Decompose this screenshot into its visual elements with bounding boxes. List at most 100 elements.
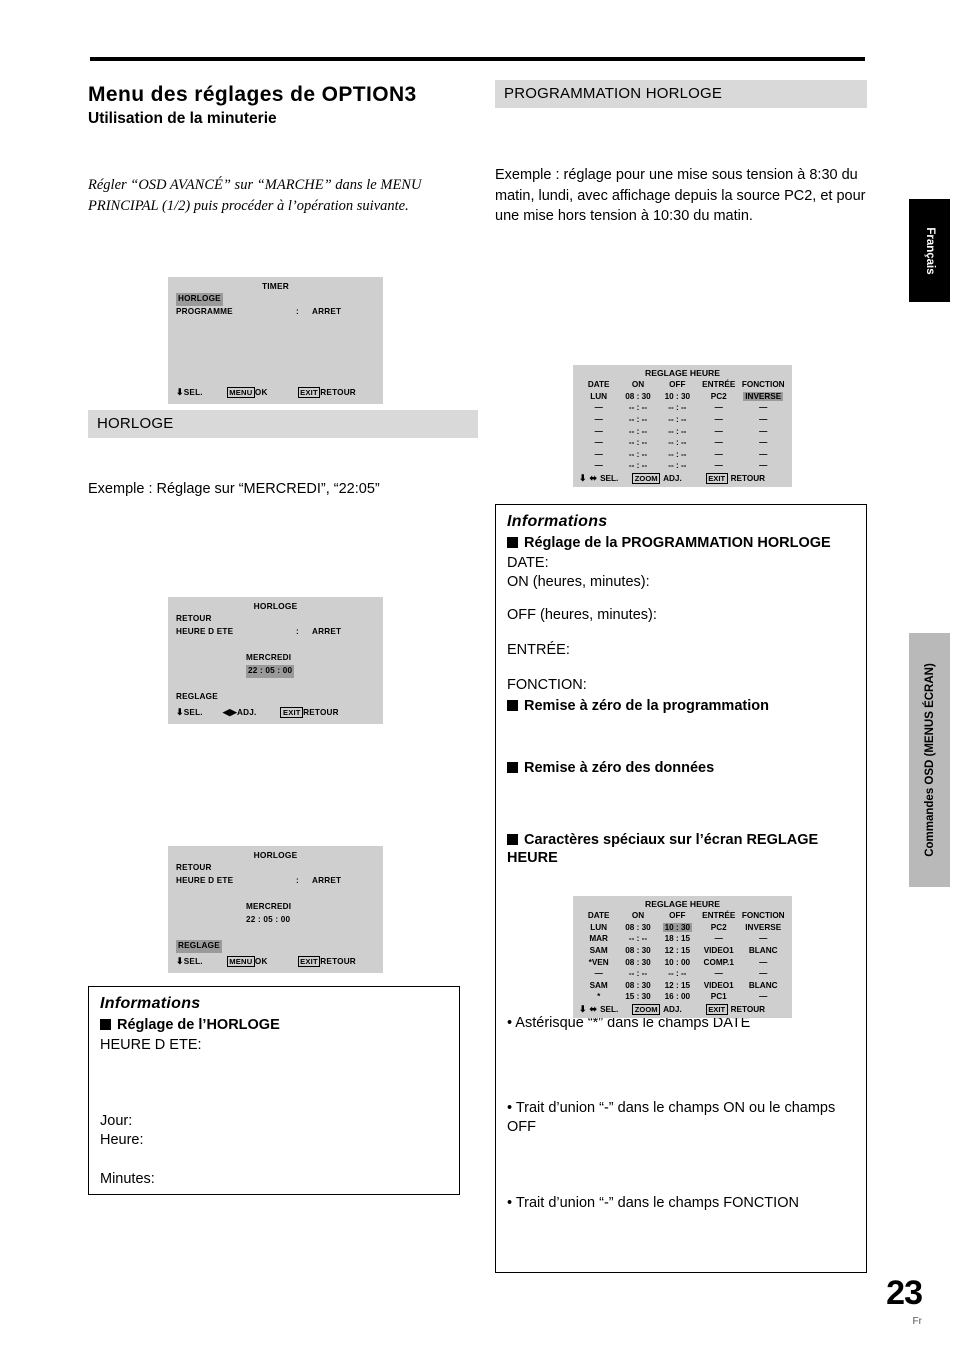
- rh1-title: REGLAGE HEURE: [645, 368, 720, 378]
- osd-h2-time: 22 : 05 : 00: [168, 914, 383, 927]
- osd-h1-row-heure-dete[interactable]: HEURE D ETE : ARRET: [168, 626, 383, 639]
- table-row[interactable]: — -- : -- -- : -- — —: [579, 968, 786, 980]
- osd-h2-foot-sel: SEL.: [183, 957, 203, 966]
- filled-square-icon: [507, 762, 518, 774]
- side-tab-section: Commandes OSD (MENUS ÉCRAN): [909, 633, 950, 887]
- table-row[interactable]: — -- : -- -- : -- — —: [579, 402, 786, 414]
- left-right-arrow-icon: ◀▶: [222, 707, 237, 717]
- osd-h1-footer: ⬇ SEL. ◀▶ ADJ. EXIT RETOUR: [168, 707, 383, 718]
- table-cell-date: —: [594, 414, 603, 424]
- osd-timer-horloge-label: HORLOGE: [176, 293, 223, 306]
- info-right-off: OFF (heures, minutes):: [507, 606, 657, 623]
- exit-key-icon[interactable]: EXIT: [297, 956, 321, 967]
- informations-heading-right: Informations: [507, 513, 608, 530]
- table-cell-fonction: —: [759, 438, 768, 448]
- column-header: FONCTION: [741, 380, 785, 389]
- table-cell-fonction: —: [759, 992, 768, 1002]
- rh2-title: REGLAGE HEURE: [645, 899, 720, 909]
- table-row[interactable]: — -- : -- -- : -- — —: [579, 437, 786, 449]
- osd-timer-row-horloge[interactable]: HORLOGE: [168, 293, 383, 306]
- osd-h1-reglage[interactable]: REGLAGE: [168, 691, 383, 704]
- osd-panel-horloge-2: HORLOGE RETOUR HEURE D ETE : ARRET MERCR…: [168, 846, 383, 973]
- info-right-on: ON (heures, minutes):: [507, 573, 650, 590]
- osd-timer-row-programme[interactable]: PROGRAMME : ARRET: [168, 306, 383, 319]
- menu-key-icon[interactable]: MENU: [226, 387, 255, 398]
- table-cell-entree: —: [714, 414, 723, 424]
- exit-key-icon[interactable]: EXIT: [280, 707, 304, 718]
- column-header: ON: [631, 911, 645, 920]
- table-row[interactable]: LUN 08 : 30 10 : 30 PC2 INVERSE: [579, 922, 786, 934]
- table-cell-fonction: INVERSE: [745, 922, 782, 932]
- table-row[interactable]: — -- : -- -- : -- — —: [579, 426, 786, 438]
- table-row[interactable]: MAR -- : -- 18 : 15 — —: [579, 933, 786, 945]
- table-cell-date: *: [597, 992, 601, 1002]
- osd-timer-programme-label: PROGRAMME: [176, 306, 233, 316]
- column-header: DATE: [587, 380, 610, 389]
- table-cell-on: -- : --: [628, 403, 648, 413]
- zoom-key-icon[interactable]: ZOOM: [632, 473, 661, 485]
- table-cell-fonction: —: [759, 969, 768, 979]
- osd-h1-time[interactable]: 22 : 05 : 00: [168, 665, 383, 678]
- column-header: FONCTION: [741, 911, 785, 920]
- rh1-foot-sel: SEL.: [600, 474, 619, 484]
- table-row[interactable]: *VEN 08 : 30 10 : 00 COMP.1 —: [579, 957, 786, 969]
- table-cell-on: -- : --: [628, 449, 648, 459]
- exit-key-icon[interactable]: EXIT: [705, 473, 728, 485]
- osd-timer-foot-ok: OK: [254, 388, 268, 397]
- osd-h2-row-heure-dete[interactable]: HEURE D ETE : ARRET: [168, 875, 383, 888]
- table-cell-date: MAR: [589, 934, 608, 944]
- table-cell-off: 12 : 15: [664, 945, 691, 955]
- osd-timer-foot-retour: RETOUR: [320, 388, 356, 397]
- table-row[interactable]: * 15 : 30 16 : 00 PC1 —: [579, 991, 786, 1003]
- table-cell-entree: —: [714, 426, 723, 436]
- exit-key-icon[interactable]: EXIT: [705, 1004, 728, 1016]
- table-cell-fonction: INVERSE: [740, 391, 786, 403]
- table-cell-on: -- : --: [628, 414, 648, 424]
- osd-h2-reglage[interactable]: REGLAGE: [168, 940, 383, 953]
- table-row[interactable]: SAM 08 : 30 12 : 15 VIDEO1 BLANC: [579, 945, 786, 957]
- highlighted-cell: 10 : 30: [662, 922, 693, 932]
- up-down-arrow-icon: ⬇: [176, 707, 184, 717]
- menu-key-icon[interactable]: MENU: [226, 956, 255, 967]
- table-row[interactable]: LUN 08 : 30 10 : 30 PC2 INVERSE: [579, 391, 786, 403]
- left-right-arrow-icon: ⬌: [589, 1004, 598, 1015]
- filled-square-icon: [507, 833, 518, 845]
- table-cell-fonction: —: [759, 934, 768, 944]
- side-tab-language-label: Français: [923, 226, 936, 275]
- table-cell-date: —: [594, 449, 603, 459]
- column-header: ENTRÉE: [702, 380, 736, 389]
- table-row[interactable]: — -- : -- -- : -- — —: [579, 460, 786, 472]
- zoom-key-icon[interactable]: ZOOM: [632, 1004, 661, 1016]
- table-row[interactable]: — -- : -- -- : -- — —: [579, 414, 786, 426]
- osd-h2-day: MERCREDI: [168, 901, 383, 914]
- osd-h1-row-retour[interactable]: RETOUR: [168, 613, 383, 626]
- osd-h1-retour-label: RETOUR: [176, 614, 212, 623]
- table-cell-on: -- : --: [628, 969, 648, 979]
- osd-h2-row-retour[interactable]: RETOUR: [168, 862, 383, 875]
- osd-h2-reglage-label: REGLAGE: [176, 940, 222, 953]
- informations-item-remise-prog-label: Remise à zéro de la programmation: [524, 698, 769, 715]
- osd-timer-programme-value: ARRET: [312, 306, 342, 316]
- osd-h2-heuredete-label: HEURE D ETE: [176, 875, 234, 885]
- table-cell-fonction: —: [759, 403, 768, 413]
- table-cell-off: -- : --: [668, 438, 687, 448]
- table-row[interactable]: — -- : -- -- : -- — —: [579, 449, 786, 461]
- informations-heading: Informations: [100, 995, 201, 1012]
- table-row[interactable]: SAM 08 : 30 12 : 15 VIDEO1 BLANC: [579, 980, 786, 992]
- rh2-foot-adj: ADJ.: [663, 1005, 682, 1015]
- table-cell-on: -- : --: [628, 426, 648, 436]
- column-header: DATE: [587, 911, 610, 920]
- rh1-foot-retour: RETOUR: [730, 474, 766, 484]
- informations-item-horloge: Réglage de l’HORLOGE: [100, 1016, 448, 1034]
- table-cell-on: 08 : 30: [625, 922, 651, 932]
- info-right-bullet-2: • Trait d’union “-” dans le champs ON ou…: [507, 1100, 836, 1135]
- table-cell-date: —: [594, 969, 603, 979]
- osd-h1-title: HORLOGE: [253, 601, 298, 611]
- left-right-arrow-icon: ⬌: [589, 473, 598, 484]
- table-cell-off: 10 : 00: [664, 957, 691, 967]
- osd-h1-reglage-label: REGLAGE: [176, 692, 218, 702]
- rh2-table: DATE ON OFF ENTRÉE FONCTION LUN 08 : 30 10 : 30…: [579, 910, 786, 1003]
- section-bar-horloge: HORLOGE: [88, 410, 478, 438]
- table-header-row: DATE ON OFF ENTRÉE FONCTION: [579, 379, 786, 391]
- exit-key-icon[interactable]: EXIT: [297, 387, 321, 398]
